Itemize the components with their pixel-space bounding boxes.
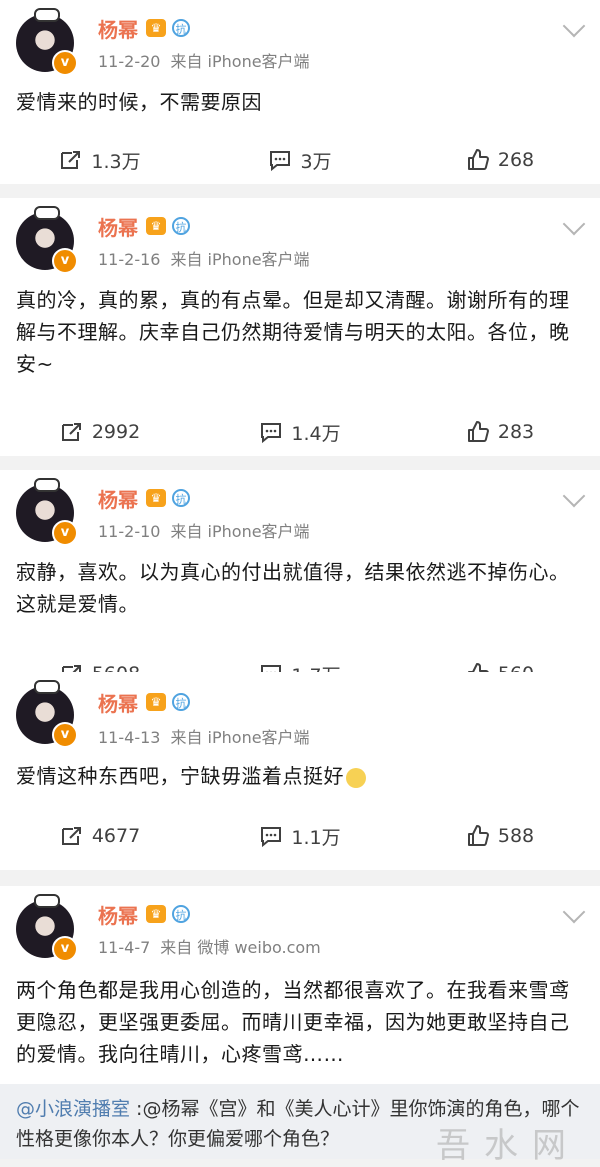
chevron-down-icon[interactable]: [562, 484, 586, 508]
like-count: 588: [497, 825, 535, 847]
post-card: v 杨幂 ♛ 抗 11-2-16 来自 iPhone客户端 真的冷，真的累，真的有…: [0, 198, 600, 456]
bow-decoration: [34, 8, 60, 22]
user-name[interactable]: 杨幂: [98, 14, 138, 43]
post-text: 真的冷，真的累，真的有点晕。但是却又清醒。谢谢所有的理解与不理解。庆幸自己仍然期…: [16, 288, 570, 376]
like-button[interactable]: 588: [440, 824, 560, 848]
post-source: 来自 微博 weibo.com: [160, 938, 321, 957]
post-source: 来自 iPhone客户端: [170, 250, 310, 269]
repost-count: 1.3万: [91, 150, 141, 173]
post-meta: 11-2-16 来自 iPhone客户端: [98, 246, 310, 270]
repost-button[interactable]: 2992: [40, 420, 160, 444]
action-bar: 1.3万 3万 268: [0, 140, 600, 180]
avatar[interactable]: v: [16, 478, 78, 546]
like-icon: [467, 149, 489, 170]
comment-count: 3万: [300, 150, 332, 173]
action-bar: 2992 1.4万 283: [0, 412, 600, 452]
bow-decoration: [34, 206, 60, 220]
post-text: 两个角色都是我用心创造的，当然都很喜欢了。在我看来雪鸢更隐忍，更坚强更委屈。而晴…: [16, 978, 570, 1066]
verified-icon: v: [52, 50, 78, 76]
repost-count: 2992: [91, 421, 141, 443]
like-count: 283: [497, 421, 535, 443]
post-card: v 杨幂 ♛ 抗 11-4-7 来自 微博 weibo.com 两个角色都是我用心…: [0, 886, 600, 1084]
post-meta: 11-2-20 来自 iPhone客户端: [98, 48, 310, 72]
like-icon: [467, 825, 489, 846]
post-card: v 杨幂 ♛ 抗 11-2-10 来自 iPhone客户端 寂静，喜欢。以为真心的…: [0, 470, 600, 688]
avatar[interactable]: v: [16, 206, 78, 274]
badge-icon: 抗: [172, 489, 190, 507]
avatar[interactable]: v: [16, 894, 78, 962]
verified-icon: v: [52, 722, 78, 748]
post-source: 来自 iPhone客户端: [170, 728, 310, 747]
post-date: 11-4-7: [98, 938, 151, 957]
post-date: 11-2-16: [98, 250, 161, 269]
repost-button[interactable]: 4677: [40, 824, 160, 848]
repost-icon: [61, 827, 81, 845]
post-meta: 11-4-7 来自 微博 weibo.com: [98, 934, 321, 958]
verified-icon: v: [52, 248, 78, 274]
post-text: 爱情这种东西吧，宁缺毋滥着点挺好: [16, 760, 584, 792]
comment-button[interactable]: 1.4万: [240, 419, 360, 446]
name-row: 杨幂 ♛ 抗: [98, 14, 190, 42]
repost-count: 4677: [91, 825, 141, 847]
repost-icon: [61, 423, 81, 441]
emoji-icon: [346, 767, 366, 788]
post-card: v 杨幂 ♛ 抗 11-2-20 来自 iPhone客户端 爱情来的时候，不需要原…: [0, 0, 600, 184]
badge-icon: 抗: [172, 217, 190, 235]
crown-icon: ♛: [146, 489, 166, 507]
post-text-content: 爱情这种东西吧，宁缺毋滥着点挺好: [16, 764, 344, 788]
post-text: 寂静，喜欢。以为真心的付出就值得，结果依然逃不掉伤心。这就是爱情。: [16, 560, 570, 616]
name-row: 杨幂 ♛ 抗: [98, 484, 190, 512]
post-date: 11-2-10: [98, 522, 161, 541]
chevron-down-icon[interactable]: [562, 212, 586, 236]
repost-button[interactable]: 1.3万: [40, 147, 160, 174]
crown-icon: ♛: [146, 905, 166, 923]
chevron-down-icon[interactable]: [562, 900, 586, 924]
quoted-author[interactable]: @小浪演播室: [16, 1098, 130, 1120]
bow-decoration: [34, 894, 60, 908]
comment-count: 1.1万: [291, 826, 341, 849]
post-meta: 11-4-13 来自 iPhone客户端: [98, 724, 310, 748]
like-button[interactable]: 268: [440, 148, 560, 172]
bow-decoration: [34, 680, 60, 694]
post-meta: 11-2-10 来自 iPhone客户端: [98, 518, 310, 542]
like-icon: [467, 421, 489, 442]
name-row: 杨幂 ♛ 抗: [98, 688, 190, 716]
badge-icon: 抗: [172, 693, 190, 711]
repost-icon: [61, 151, 81, 169]
crown-icon: ♛: [146, 19, 166, 37]
verified-icon: v: [52, 936, 78, 962]
comment-button[interactable]: 1.1万: [240, 823, 360, 850]
crown-icon: ♛: [146, 217, 166, 235]
avatar[interactable]: v: [16, 680, 78, 748]
post-text: 爱情来的时候，不需要原因: [16, 90, 262, 114]
like-button[interactable]: 283: [440, 420, 560, 444]
comment-icon: [261, 827, 282, 848]
comment-count: 1.4万: [291, 422, 341, 445]
avatar[interactable]: v: [16, 8, 78, 76]
crown-icon: ♛: [146, 693, 166, 711]
watermark: 吾水网: [436, 1126, 580, 1166]
action-bar: 4677 1.1万 588: [0, 816, 600, 856]
post-date: 11-2-20: [98, 52, 161, 71]
weibo-feed: v 杨幂 ♛ 抗 11-2-20 来自 iPhone客户端 爱情来的时候，不需要原…: [0, 0, 600, 1166]
post-card: v 杨幂 ♛ 抗 11-4-13 来自 iPhone客户端 爱情这种东西吧，宁缺毋…: [0, 672, 600, 870]
user-name[interactable]: 杨幂: [98, 900, 138, 929]
like-count: 268: [497, 149, 535, 171]
post-source: 来自 iPhone客户端: [170, 52, 310, 71]
comment-button[interactable]: 3万: [240, 147, 360, 174]
user-name[interactable]: 杨幂: [98, 484, 138, 513]
user-name[interactable]: 杨幂: [98, 212, 138, 241]
user-name[interactable]: 杨幂: [98, 688, 138, 717]
post-source: 来自 iPhone客户端: [170, 522, 310, 541]
name-row: 杨幂 ♛ 抗: [98, 212, 190, 240]
name-row: 杨幂 ♛ 抗: [98, 900, 190, 928]
verified-icon: v: [52, 520, 78, 546]
chevron-down-icon[interactable]: [562, 14, 586, 38]
bow-decoration: [34, 478, 60, 492]
comment-icon: [261, 423, 282, 444]
post-date: 11-4-13: [98, 728, 161, 747]
badge-icon: 抗: [172, 19, 190, 37]
comment-icon: [270, 151, 291, 172]
badge-icon: 抗: [172, 905, 190, 923]
